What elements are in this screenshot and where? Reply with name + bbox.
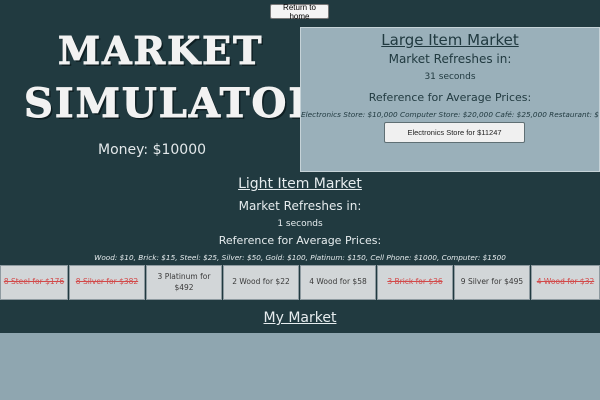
- light-items-row: 8 Steel for $176 8 Silver for $382 3 Pla…: [0, 265, 600, 301]
- light-market-reference-prices: Wood: $10, Brick: $15, Steel: $25, Silve…: [94, 253, 506, 262]
- light-market-refresh-label: Market Refreshes in:: [238, 199, 362, 213]
- logo-line-2: SIMULATOR: [24, 80, 324, 127]
- my-market-title: My Market: [263, 310, 337, 326]
- light-item-button[interactable]: 4 Wood for $32: [531, 265, 600, 300]
- light-item-button[interactable]: 4 Wood for $58: [300, 265, 376, 300]
- large-item-market-panel: Large Item Market Market Refreshes in: 3…: [300, 27, 600, 172]
- large-item-button[interactable]: Electronics Store for $11247: [384, 122, 525, 143]
- light-item-button[interactable]: 3 Platinum for $492: [146, 265, 222, 300]
- light-market-reference-label: Reference for Average Prices:: [218, 234, 382, 247]
- light-market-refresh-value: 1 seconds: [277, 219, 323, 229]
- light-item-button[interactable]: 2 Wood for $22: [223, 265, 299, 300]
- large-market-reference-label: Reference for Average Prices:: [368, 91, 532, 104]
- large-market-title: Large Item Market: [381, 31, 519, 49]
- large-market-reference-prices: Electronics Store: $10,000 Computer Stor…: [301, 110, 600, 119]
- light-item-button[interactable]: 3 Brick for $36: [377, 265, 453, 300]
- logo-line-1: MARKET: [57, 28, 264, 73]
- light-item-button[interactable]: 9 Silver for $495: [454, 265, 530, 300]
- light-item-button[interactable]: 8 Steel for $176: [0, 265, 68, 300]
- light-item-button[interactable]: 8 Silver for $382: [69, 265, 145, 300]
- large-market-refresh-value: 31 seconds: [424, 72, 476, 82]
- return-home-button[interactable]: Return to home: [270, 3, 329, 21]
- light-market-title: Light Item Market: [238, 176, 362, 192]
- large-market-refresh-label: Market Refreshes in:: [388, 52, 512, 66]
- money-display: Money: $10000: [98, 142, 207, 158]
